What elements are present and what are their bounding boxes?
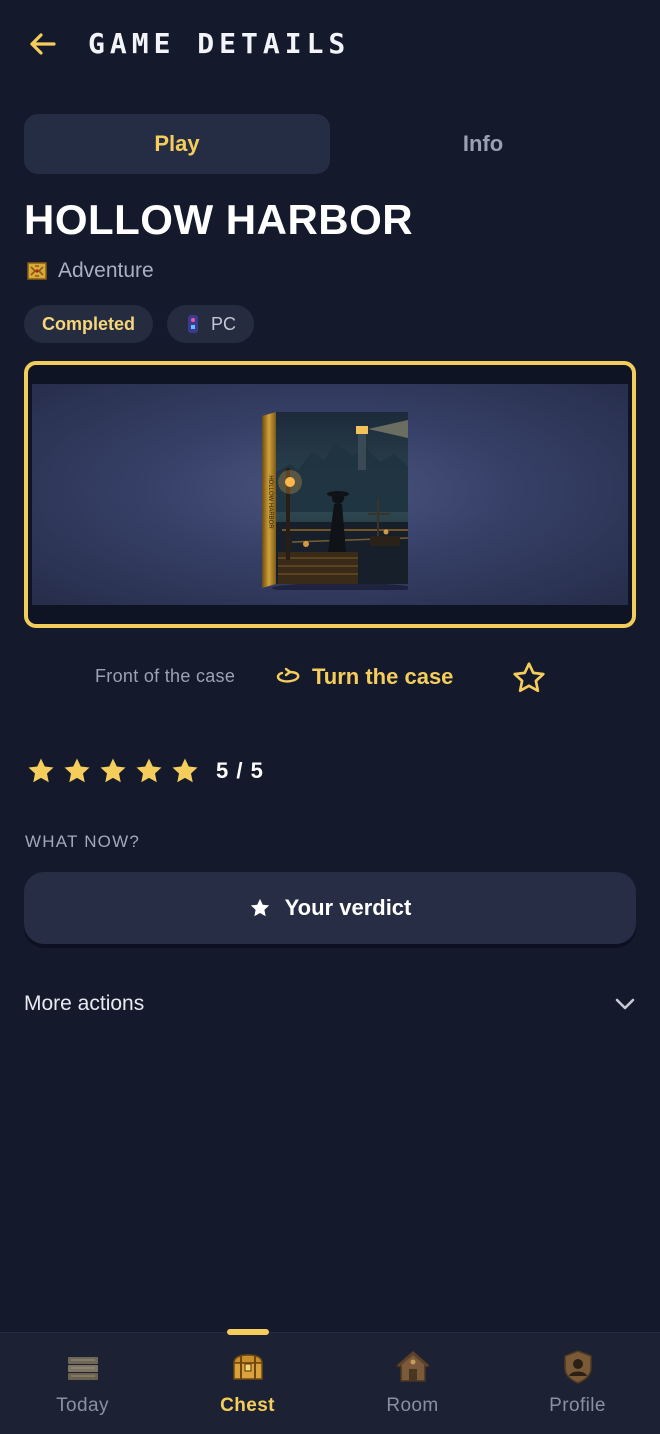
case-controls: Front of the case Turn the case	[0, 655, 660, 699]
more-actions-toggle[interactable]: More actions	[24, 982, 636, 1026]
more-actions-label: More actions	[24, 992, 145, 1015]
bottom-navigation: Today Chest Room Profile	[0, 1329, 660, 1434]
platform-badge: PC	[167, 305, 255, 343]
nav-label-room: Room	[386, 1395, 439, 1416]
tab-play[interactable]: Play	[24, 114, 330, 174]
verdict-label: Your verdict	[284, 895, 412, 920]
nav-chest[interactable]: Chest	[165, 1333, 330, 1434]
chest-icon	[232, 1354, 263, 1380]
case-side-label: Front of the case	[95, 666, 236, 686]
nav-label-chest: Chest	[220, 1395, 275, 1416]
game-title: HOLLOW HARBOR	[24, 196, 414, 243]
rotate-icon	[276, 667, 300, 683]
genre-row: Adventure	[26, 258, 154, 284]
section-heading: WHAT NOW?	[25, 832, 140, 851]
rating-row: 5 / 5	[26, 756, 264, 786]
books-icon	[67, 1357, 98, 1380]
tab-bar: Play Info	[24, 114, 636, 174]
star-filled-icon[interactable]	[62, 756, 92, 786]
game-cover-viewer[interactable]: HOLLOW HARBOR	[24, 361, 636, 628]
turn-case-label: Turn the case	[312, 664, 454, 689]
turn-case-button[interactable]: Turn the case	[276, 660, 453, 694]
star-filled-icon[interactable]	[134, 756, 164, 786]
status-badge: Completed	[24, 305, 154, 343]
rating-value: 5 / 5	[216, 758, 264, 783]
box-spine-title: HOLLOW HARBOR	[267, 475, 273, 529]
genre-label: Adventure	[58, 259, 154, 282]
nav-label-today: Today	[56, 1395, 109, 1416]
star-filled-icon[interactable]	[98, 756, 128, 786]
nav-label-profile: Profile	[549, 1395, 606, 1416]
star-icon	[250, 898, 269, 917]
nav-profile[interactable]: Profile	[495, 1333, 660, 1434]
treasure-map-icon	[27, 262, 47, 280]
arrow-left-icon	[30, 33, 56, 55]
star-filled-icon[interactable]	[170, 756, 200, 786]
verdict-button[interactable]: Your verdict	[24, 872, 636, 944]
page-title: GAME DETAILS	[88, 27, 351, 60]
platform-label: PC	[211, 313, 237, 334]
star-filled-icon[interactable]	[26, 756, 56, 786]
game-box-art: HOLLOW HARBOR	[262, 412, 408, 590]
star-outline-icon	[513, 662, 545, 693]
tag-chips: Completed PC	[24, 305, 255, 343]
profile-badge-icon	[563, 1350, 592, 1384]
favorite-button[interactable]	[510, 659, 548, 697]
app-header: GAME DETAILS	[0, 0, 660, 90]
gamepad-icon	[188, 315, 199, 333]
nav-today[interactable]: Today	[0, 1333, 165, 1434]
chevron-down-icon	[615, 998, 635, 1010]
tab-info[interactable]: Info	[330, 114, 636, 174]
back-button[interactable]	[22, 26, 62, 62]
cover-backdrop: HOLLOW HARBOR	[32, 384, 628, 605]
nav-room[interactable]: Room	[330, 1333, 495, 1434]
house-icon	[395, 1351, 430, 1382]
